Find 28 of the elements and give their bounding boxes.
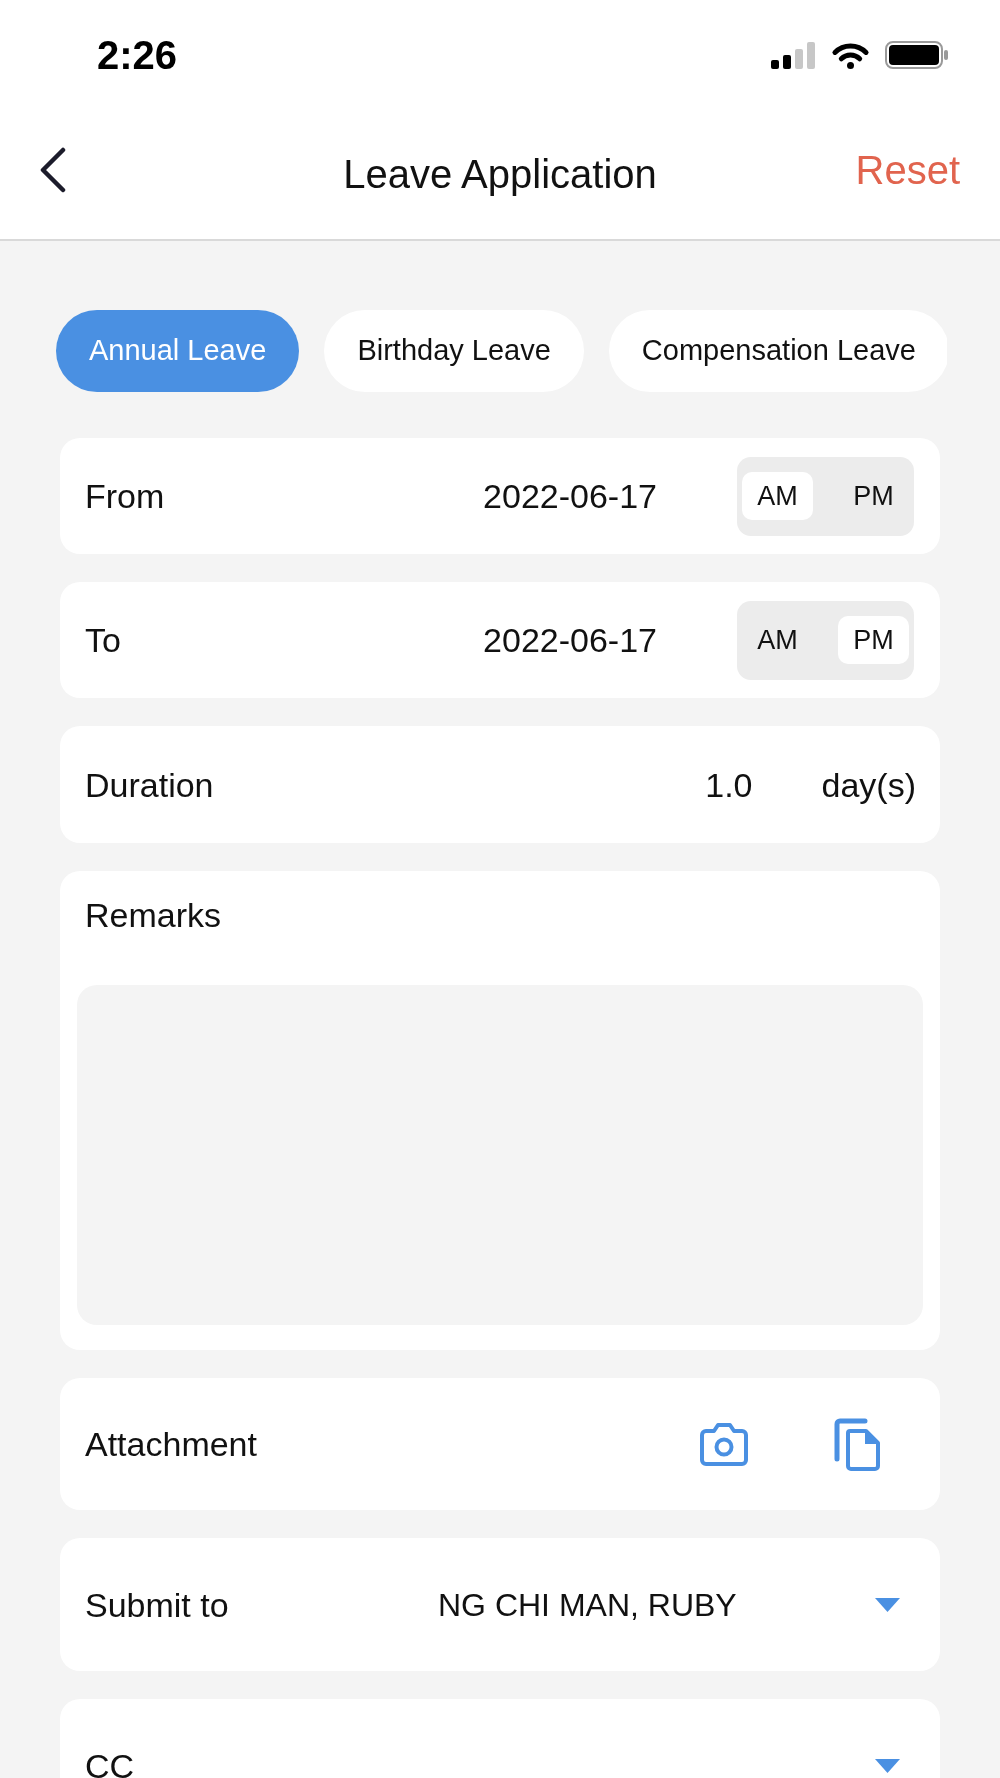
signal-icon xyxy=(771,41,816,69)
screen-title: Leave Application xyxy=(343,150,657,198)
battery-icon xyxy=(885,41,949,69)
status-time: 2:26 xyxy=(97,35,178,75)
field-label: From xyxy=(85,476,165,516)
period-option[interactable]: AM xyxy=(742,616,813,664)
date-value[interactable]: 2022-06-17 xyxy=(483,620,657,660)
field-label: Remarks xyxy=(85,895,222,935)
duration-value: 1.0 xyxy=(705,764,753,805)
field-label: Duration xyxy=(85,764,214,805)
wifi-icon xyxy=(831,41,870,69)
unit-label: day(s) xyxy=(821,764,916,805)
caret-down-icon[interactable] xyxy=(875,1597,900,1612)
period-option[interactable]: PM xyxy=(838,616,909,664)
camera-icon[interactable] xyxy=(700,1422,748,1466)
field-label: To xyxy=(85,620,121,660)
field-label: Attachment xyxy=(85,1424,257,1464)
leave-type-tab[interactable]: Compensation Leave xyxy=(608,310,947,392)
date-value[interactable]: 2022-06-17 xyxy=(483,476,657,516)
chevron-left-icon[interactable] xyxy=(40,146,66,193)
period-option[interactable]: PM xyxy=(838,472,909,520)
leave-type-tab[interactable]: Birthday Leave xyxy=(324,310,584,392)
caret-down-icon[interactable] xyxy=(875,1758,900,1773)
select-value[interactable]: NG CHI MAN, RUBY xyxy=(438,1584,737,1625)
field-label: Submit to xyxy=(85,1584,229,1625)
field-label: CC xyxy=(85,1745,135,1778)
files-icon[interactable] xyxy=(834,1417,881,1471)
period-option[interactable]: AM xyxy=(742,472,813,520)
